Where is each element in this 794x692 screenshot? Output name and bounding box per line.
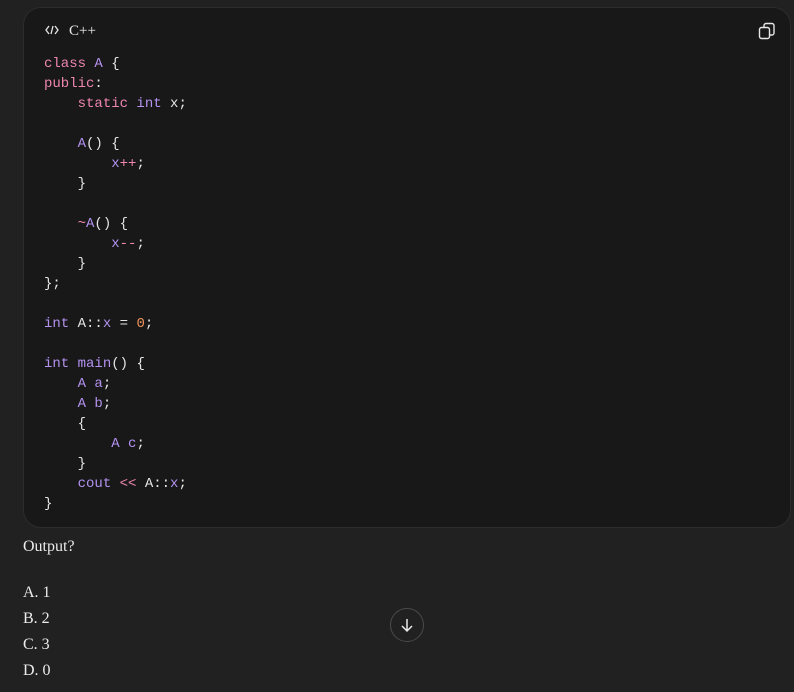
code-token: ; (102, 376, 112, 392)
code-token: -- (119, 236, 137, 252)
code-line: } (44, 254, 187, 274)
code-token: cout (77, 476, 112, 492)
code-line: static int x; (44, 94, 187, 114)
code-token: << (119, 476, 137, 492)
code-token: } (44, 496, 53, 512)
code-content: class A {public: static int x; A() { x++… (44, 54, 187, 514)
code-token: ; (136, 156, 145, 172)
code-token: } (44, 456, 87, 472)
code-block: C++ class A {public: static int x; A() {… (23, 7, 791, 528)
code-line: x--; (44, 234, 187, 254)
code-line: int A::x = 0; (44, 314, 187, 334)
code-token: x (102, 316, 112, 332)
code-token: () { (111, 356, 145, 372)
code-token: A b (77, 396, 103, 412)
code-token: ; (136, 436, 145, 452)
code-token: : (94, 76, 103, 92)
code-token: static (77, 96, 137, 112)
code-token: 0 (136, 316, 145, 332)
code-line: } (44, 174, 187, 194)
code-line: x++; (44, 154, 187, 174)
code-token: x; (161, 96, 187, 112)
code-token: ; (144, 316, 154, 332)
code-line: ~A() { (44, 214, 187, 234)
code-line: A c; (44, 434, 187, 454)
arrow-down-icon (401, 619, 413, 633)
code-token: class (44, 56, 95, 72)
code-line: } (44, 494, 187, 514)
code-token: ; (178, 476, 187, 492)
code-line: public: (44, 74, 187, 94)
code-token: () { (94, 216, 129, 232)
code-token: int (44, 356, 70, 372)
code-token: { (44, 416, 87, 432)
scroll-down-button[interactable] (390, 608, 424, 642)
code-token: int (44, 316, 70, 332)
code-token: public (44, 76, 95, 92)
copy-button[interactable] (758, 22, 776, 40)
code-line: A() { (44, 134, 187, 154)
code-token: int (136, 96, 162, 112)
code-header: C++ (45, 22, 96, 40)
code-line: int main() { (44, 354, 187, 374)
code-token: }; (44, 276, 61, 292)
code-token: { (102, 56, 120, 72)
code-line: class A { (44, 54, 187, 74)
code-token: } (44, 176, 87, 192)
code-token: x (111, 156, 120, 172)
code-token: A:: (69, 316, 103, 332)
copy-icon (758, 22, 775, 40)
option-c: C. 3 (23, 636, 50, 653)
code-token: A (94, 56, 103, 72)
code-line: }; (44, 274, 187, 294)
option-a: A. 1 (23, 584, 51, 601)
code-line: cout << A::x; (44, 474, 187, 494)
code-token: A a (77, 376, 103, 392)
code-token: main (77, 356, 112, 372)
code-token: A (77, 136, 87, 152)
code-token: A:: (136, 476, 171, 492)
code-token: x (111, 236, 120, 252)
option-d: D. 0 (23, 662, 51, 679)
question-text: Output? (23, 538, 75, 555)
code-token: = (111, 316, 137, 332)
code-token: ; (136, 236, 145, 252)
code-line: { (44, 414, 187, 434)
option-b: B. 2 (23, 610, 50, 627)
code-token: ~ (77, 216, 87, 232)
code-icon (45, 23, 59, 40)
code-line: A a; (44, 374, 187, 394)
code-line: A b; (44, 394, 187, 414)
code-token: ; (102, 396, 112, 412)
code-token: } (44, 256, 87, 272)
code-token: A c (111, 436, 137, 452)
code-line: } (44, 454, 187, 474)
code-token: ++ (119, 156, 137, 172)
code-token: () { (86, 136, 120, 152)
options-list: A. 1 B. 2 C. 3 D. 0 (23, 580, 51, 684)
code-language: C++ (69, 22, 96, 39)
